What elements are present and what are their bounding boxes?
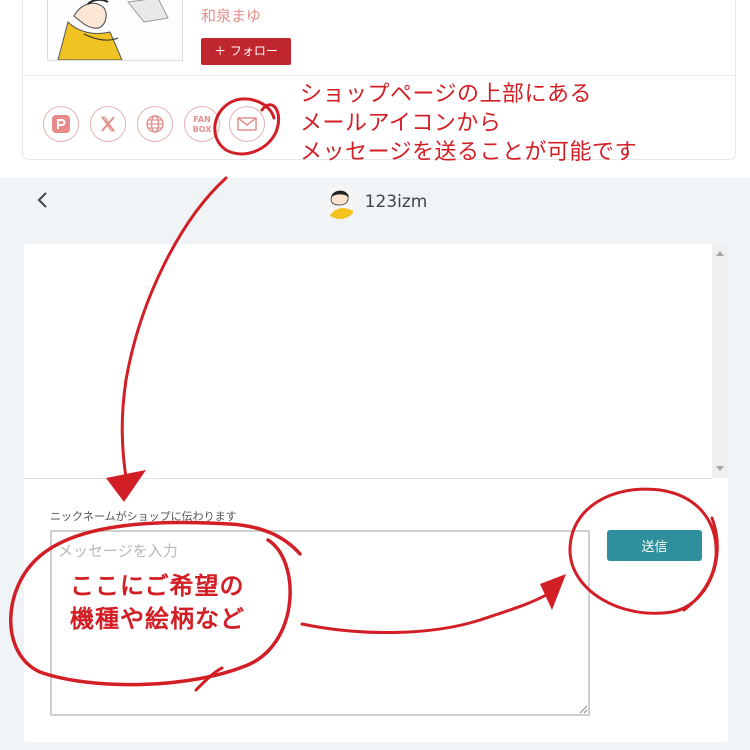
scroll-down-arrow-icon[interactable]	[716, 466, 724, 471]
shop-avatar[interactable]	[47, 0, 183, 61]
annotation-line: ショップページの上部にある	[300, 82, 593, 107]
pixiv-link-button[interactable]	[43, 106, 79, 142]
resize-grip-icon[interactable]	[578, 704, 588, 714]
send-button[interactable]: 送信	[607, 530, 702, 561]
back-button[interactable]	[30, 186, 56, 214]
fanbox-text-bottom: BOX	[193, 125, 213, 134]
annotation-line: 機種や絵柄など	[70, 605, 245, 633]
annotation-line: メッセージを送ることが可能です	[300, 140, 638, 165]
annotation-line: ここにご希望の	[70, 572, 245, 600]
globe-icon	[146, 115, 164, 133]
annotation-input-hint: ここにご希望の 機種や絵柄など	[70, 570, 245, 636]
card-divider	[23, 75, 735, 76]
annotation-line: メールアイコンから	[300, 111, 502, 136]
history-scrollbar[interactable]	[712, 244, 728, 478]
annotation-mail-instruction: ショップページの上部にある メールアイコンから メッセージを送ることが可能です	[300, 80, 637, 167]
mail-button[interactable]	[229, 106, 265, 142]
fanbox-link-button[interactable]: FAN BOX	[184, 106, 220, 142]
chat-header: 123izm	[0, 183, 750, 221]
fanbox-text-top: FAN	[193, 115, 210, 124]
chat-shop-identity[interactable]: 123izm	[322, 185, 428, 219]
pixiv-icon	[52, 115, 70, 133]
fanbox-icon: FAN BOX	[193, 115, 213, 134]
x-icon	[101, 116, 115, 132]
chat-shop-handle: 123izm	[364, 192, 428, 212]
website-link-button[interactable]	[137, 106, 173, 142]
message-panel: ニックネームがショップに伝わります 送信	[24, 244, 728, 742]
chevron-left-icon	[37, 192, 47, 208]
mail-icon	[237, 117, 257, 131]
avatar-illustration	[48, 0, 182, 60]
avatar-illustration	[322, 185, 357, 219]
follow-button[interactable]: ＋ フォロー	[201, 38, 291, 65]
chat-shop-avatar	[322, 185, 357, 219]
x-link-button[interactable]	[90, 106, 126, 142]
scroll-up-arrow-icon[interactable]	[716, 251, 724, 256]
message-history[interactable]	[24, 244, 712, 479]
nickname-notice: ニックネームがショップに伝わります	[50, 510, 237, 523]
shop-name[interactable]: 和泉まゆ	[201, 5, 261, 26]
